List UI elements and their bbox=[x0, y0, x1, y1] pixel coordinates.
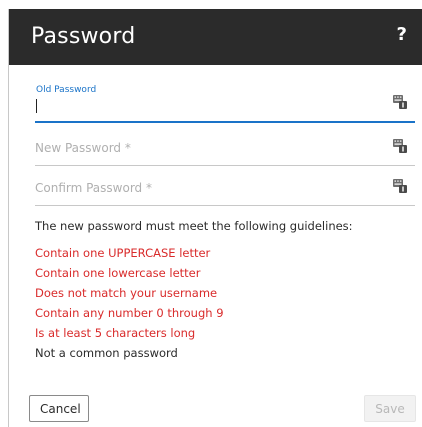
confirm-password-input[interactable] bbox=[35, 177, 375, 199]
old-password-label: Old Password bbox=[36, 85, 97, 95]
dialog-header: Password ? bbox=[9, 9, 422, 65]
text-caret bbox=[36, 99, 37, 113]
save-button[interactable]: Save bbox=[364, 395, 416, 422]
rule-min-length: Is at least 5 characters long bbox=[35, 326, 196, 340]
rule-uppercase: Contain one UPPERCASE letter bbox=[35, 246, 211, 260]
new-password-input[interactable] bbox=[35, 137, 375, 159]
rule-not-username: Does not match your username bbox=[35, 286, 218, 300]
confirm-password-field[interactable] bbox=[35, 173, 415, 206]
password-keyboard-icon[interactable] bbox=[393, 179, 407, 193]
help-icon[interactable]: ? bbox=[397, 24, 407, 45]
password-keyboard-icon[interactable] bbox=[393, 139, 407, 153]
password-rules-list: Contain one UPPERCASE letter Contain one… bbox=[35, 243, 224, 363]
cancel-button[interactable]: Cancel bbox=[29, 395, 89, 422]
guidelines-heading: The new password must meet the following… bbox=[35, 219, 353, 233]
old-password-field[interactable]: Old Password bbox=[35, 85, 415, 123]
dialog-title: Password bbox=[31, 24, 136, 49]
password-keyboard-icon[interactable] bbox=[393, 95, 407, 109]
old-password-input[interactable] bbox=[35, 95, 375, 117]
rule-number: Contain any number 0 through 9 bbox=[35, 306, 224, 320]
rule-not-common: Not a common password bbox=[35, 346, 178, 360]
new-password-field[interactable] bbox=[35, 133, 415, 166]
rule-lowercase: Contain one lowercase letter bbox=[35, 266, 201, 280]
password-dialog: Password ? Old Password The new password… bbox=[8, 9, 422, 427]
